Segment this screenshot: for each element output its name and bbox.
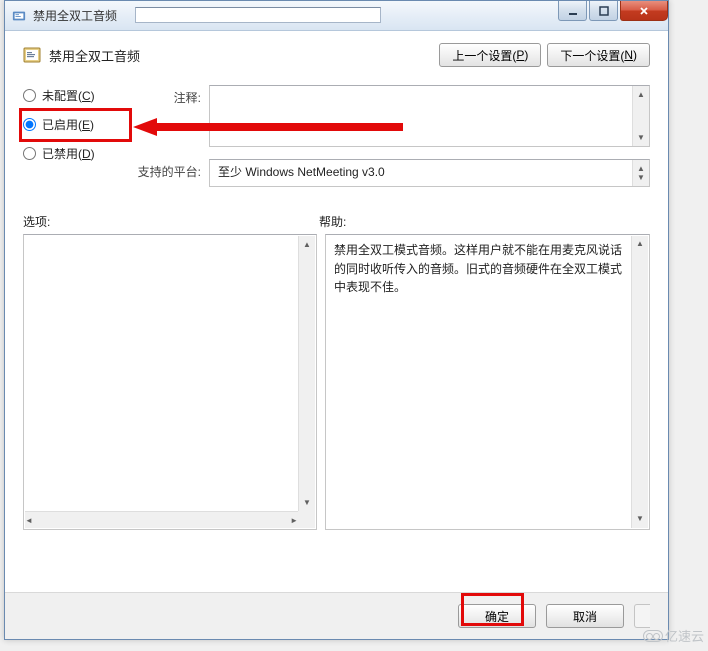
help-label: 帮助: bbox=[319, 213, 346, 230]
comment-textbox[interactable] bbox=[209, 85, 650, 147]
header-row: 禁用全双工音频 上一个设置(P) 下一个设置(N) bbox=[23, 43, 650, 67]
scroll-down-icon[interactable]: ▼ bbox=[299, 494, 315, 511]
fields-column: 注释: ▲ ▼ 支持的平台: 至少 Windows NetMeeting v3.… bbox=[137, 85, 650, 199]
help-pane: 禁用全双工模式音频。这样用户就不能在用麦克风说话的同时收听传入的音频。旧式的音频… bbox=[325, 234, 650, 530]
next-setting-button[interactable]: 下一个设置(N) bbox=[547, 43, 650, 67]
options-label: 选项: bbox=[23, 213, 319, 230]
titlebar[interactable]: 禁用全双工音频 bbox=[5, 1, 668, 31]
radio-not-configured-input[interactable] bbox=[23, 89, 36, 102]
config-row: 未配置(C) 已启用(E) 已禁用(D) 注释: bbox=[23, 85, 650, 199]
cancel-button[interactable]: 取消 bbox=[546, 604, 624, 628]
titlebar-search-input[interactable] bbox=[135, 7, 381, 23]
options-scrollbar-v[interactable]: ▲ ▼ bbox=[298, 236, 315, 528]
watermark-logo-icon bbox=[643, 630, 663, 642]
radio-enabled-label: 已启用(E) bbox=[42, 116, 94, 133]
platform-textbox: 至少 Windows NetMeeting v3.0 bbox=[209, 159, 650, 187]
platform-label: 支持的平台: bbox=[137, 159, 209, 187]
dialog-window: 禁用全双工音频 禁用全双工音频 上一个设置(P) 下一个设置(N) bbox=[4, 0, 669, 640]
window-title: 禁用全双工音频 bbox=[33, 7, 117, 24]
watermark-text: 亿速云 bbox=[665, 626, 704, 645]
radio-enabled-input[interactable] bbox=[23, 118, 36, 131]
minimize-button[interactable] bbox=[558, 1, 587, 21]
platform-scrollbar[interactable]: ▲ ▼ bbox=[632, 160, 649, 186]
watermark: 亿速云 bbox=[643, 626, 704, 645]
dialog-content: 禁用全双工音频 上一个设置(P) 下一个设置(N) 未配置(C) 已启用(E) bbox=[5, 31, 668, 542]
scroll-up-icon[interactable]: ▲ bbox=[632, 236, 648, 253]
radio-disabled-label: 已禁用(D) bbox=[42, 145, 95, 162]
radio-not-configured[interactable]: 未配置(C) bbox=[23, 87, 123, 104]
close-button[interactable] bbox=[620, 1, 668, 21]
scroll-up-icon[interactable]: ▲ bbox=[299, 236, 315, 253]
apply-button-partial bbox=[634, 604, 650, 628]
scroll-down-icon[interactable]: ▼ bbox=[633, 169, 649, 186]
radio-disabled[interactable]: 已禁用(D) bbox=[23, 145, 123, 162]
previous-setting-button[interactable]: 上一个设置(P) bbox=[439, 43, 541, 67]
radio-group: 未配置(C) 已启用(E) 已禁用(D) bbox=[23, 85, 123, 199]
policy-icon bbox=[23, 46, 41, 64]
panes-row: ▲ ▼ ◄ ► 禁用全双工模式音频。这样用户就不能在用麦克风说话的同时收听传入的… bbox=[23, 234, 650, 530]
radio-disabled-input[interactable] bbox=[23, 147, 36, 160]
help-text: 禁用全双工模式音频。这样用户就不能在用麦克风说话的同时收听传入的音频。旧式的音频… bbox=[334, 243, 622, 294]
scroll-down-icon[interactable]: ▼ bbox=[632, 511, 648, 528]
options-pane[interactable]: ▲ ▼ ◄ ► bbox=[23, 234, 317, 530]
policy-title: 禁用全双工音频 bbox=[49, 46, 439, 65]
scroll-right-icon[interactable]: ► bbox=[290, 512, 298, 529]
radio-not-configured-label: 未配置(C) bbox=[42, 87, 95, 104]
scroll-up-icon[interactable]: ▲ bbox=[633, 86, 649, 103]
help-scrollbar[interactable]: ▲ ▼ bbox=[631, 236, 648, 528]
comment-scrollbar[interactable]: ▲ ▼ bbox=[632, 86, 649, 146]
comment-label: 注释: bbox=[137, 85, 209, 147]
window-controls bbox=[556, 1, 668, 21]
scroll-left-icon[interactable]: ◄ bbox=[25, 512, 33, 529]
scroll-corner bbox=[298, 511, 315, 528]
maximize-button[interactable] bbox=[589, 1, 618, 21]
dialog-footer: 确定 取消 bbox=[5, 592, 668, 639]
options-scrollbar-h[interactable]: ◄ ► bbox=[25, 511, 298, 528]
scroll-down-icon[interactable]: ▼ bbox=[633, 129, 649, 146]
ok-button[interactable]: 确定 bbox=[458, 604, 536, 628]
radio-enabled[interactable]: 已启用(E) bbox=[23, 116, 123, 133]
app-icon bbox=[11, 8, 27, 24]
pane-labels: 选项: 帮助: bbox=[23, 213, 650, 230]
